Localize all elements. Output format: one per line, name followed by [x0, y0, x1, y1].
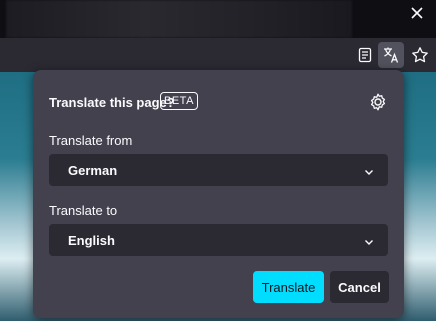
translate-from-label: Translate from	[49, 133, 133, 148]
beta-badge: BETA	[160, 92, 198, 110]
reader-view-icon[interactable]	[352, 42, 378, 68]
tab-strip	[0, 0, 436, 38]
translate-to-label: Translate to	[49, 203, 118, 218]
panel-title: Translate this page?	[49, 95, 175, 110]
gear-icon[interactable]	[368, 92, 388, 112]
translate-button[interactable]: Translate	[253, 271, 324, 303]
translate-from-select[interactable]: German	[49, 154, 388, 186]
chevron-down-icon	[364, 235, 374, 250]
translate-to-select[interactable]: English	[49, 224, 388, 256]
close-icon[interactable]	[408, 4, 426, 22]
translate-to-value: English	[68, 232, 115, 248]
translate-icon[interactable]	[378, 42, 404, 68]
cancel-button[interactable]: Cancel	[330, 271, 389, 303]
blurred-tab-title[interactable]	[6, 0, 352, 38]
translate-from-value: German	[68, 162, 118, 178]
translation-panel: Translate this page? BETA Translate from…	[33, 70, 404, 318]
star-icon[interactable]	[407, 42, 433, 68]
chevron-down-icon	[364, 165, 374, 180]
